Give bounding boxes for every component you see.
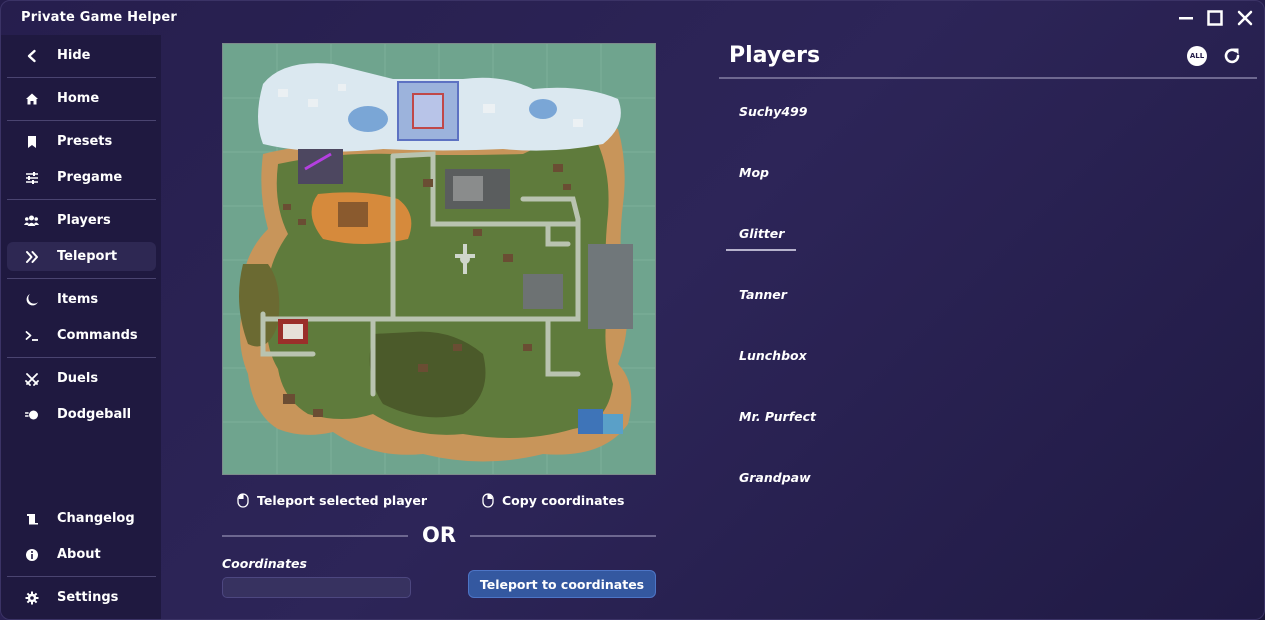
minimize-icon — [1179, 17, 1193, 20]
refresh-icon — [1224, 48, 1240, 64]
sidebar-item-label: Presets — [57, 134, 113, 149]
scroll-icon — [24, 511, 39, 526]
mouse-left-click-icon — [237, 492, 249, 508]
teleport-selected-player-label: Teleport selected player — [257, 492, 428, 508]
sidebar-item-hide[interactable]: Hide — [7, 41, 156, 70]
player-item[interactable]: Grandpaw — [739, 470, 811, 485]
title-bar: Private Game Helper — [1, 1, 1264, 35]
sidebar-divider — [7, 278, 156, 279]
coordinates-input[interactable] — [222, 577, 411, 598]
player-item-selected[interactable]: Glitter — [739, 226, 784, 241]
sidebar-item-changelog[interactable]: Changelog — [7, 504, 156, 533]
teleport-selected-player-hint: Teleport selected player — [237, 490, 427, 510]
maximize-button[interactable] — [1204, 7, 1226, 29]
sidebar-item-label: Home — [57, 91, 100, 106]
double-chevron-right-icon — [24, 249, 39, 264]
mouse-right-click-icon — [482, 492, 494, 508]
sidebar-item-home[interactable]: Home — [7, 84, 156, 113]
sidebar-item-label: Players — [57, 213, 111, 228]
sidebar-item-label: About — [57, 547, 101, 562]
sidebar-item-settings[interactable]: Settings — [7, 583, 156, 612]
sidebar-item-label: Commands — [57, 328, 138, 343]
coordinates-label: Coordinates — [222, 556, 307, 571]
select-all-button[interactable]: ALL — [1187, 46, 1207, 66]
sidebar-divider — [7, 357, 156, 358]
player-item[interactable]: Lunchbox — [739, 348, 807, 363]
copy-coordinates-hint: Copy coordinates — [482, 490, 624, 510]
teleport-to-coordinates-button[interactable]: Teleport to coordinates — [468, 570, 656, 598]
maximize-icon — [1207, 10, 1223, 26]
sidebar-divider — [7, 576, 156, 577]
ball-icon — [24, 407, 39, 422]
home-icon — [24, 91, 39, 106]
sliders-icon — [24, 170, 39, 185]
sidebar-item-pregame[interactable]: Pregame — [7, 163, 156, 192]
or-divider-right — [470, 535, 656, 537]
player-item[interactable]: Mop — [739, 165, 769, 180]
minimize-button[interactable] — [1175, 7, 1197, 29]
info-icon — [24, 547, 39, 562]
users-icon — [24, 213, 39, 228]
bookmark-icon — [24, 134, 39, 149]
copy-coordinates-label: Copy coordinates — [502, 492, 625, 508]
map-image — [223, 44, 655, 474]
chevron-left-icon — [24, 48, 39, 63]
sidebar-divider — [7, 77, 156, 78]
moon-icon — [24, 292, 39, 307]
sidebar-item-label: Dodgeball — [57, 407, 132, 422]
players-panel-title: Players — [729, 43, 821, 68]
sidebar-item-label: Hide — [57, 48, 91, 63]
sidebar-item-label: Duels — [57, 371, 99, 386]
player-item[interactable]: Mr. Purfect — [739, 409, 816, 424]
sidebar-item-teleport[interactable]: Teleport — [7, 242, 156, 271]
sidebar-item-commands[interactable]: Commands — [7, 321, 156, 350]
or-label: OR — [422, 523, 457, 547]
crossed-swords-icon — [24, 371, 39, 386]
or-divider-left — [222, 535, 408, 537]
gear-icon — [24, 590, 39, 605]
island-map[interactable] — [222, 43, 656, 475]
sidebar-item-label: Teleport — [57, 249, 118, 264]
sidebar-item-label: Settings — [57, 590, 119, 605]
player-item[interactable]: Tanner — [739, 287, 787, 302]
players-divider — [719, 77, 1257, 79]
sidebar-item-presets[interactable]: Presets — [7, 127, 156, 156]
app-title: Private Game Helper — [21, 10, 178, 25]
sidebar-divider — [7, 199, 156, 200]
app-window: Private Game Helper Hide Home Presets Pr — [0, 0, 1265, 620]
close-icon — [1237, 10, 1253, 26]
sidebar-item-label: Changelog — [57, 511, 135, 526]
player-item[interactable]: Suchy499 — [739, 104, 807, 119]
sidebar-item-duels[interactable]: Duels — [7, 364, 156, 393]
sidebar-item-dodgeball[interactable]: Dodgeball — [7, 400, 156, 429]
sidebar-divider — [7, 120, 156, 121]
sidebar: Hide Home Presets Pregame Players Telepo… — [1, 35, 161, 619]
sidebar-item-about[interactable]: About — [7, 540, 156, 569]
selected-player-indicator — [726, 249, 796, 251]
sidebar-item-items[interactable]: Items — [7, 285, 156, 314]
sidebar-item-label: Items — [57, 292, 99, 307]
sidebar-item-label: Pregame — [57, 170, 123, 185]
refresh-button[interactable] — [1221, 45, 1243, 67]
terminal-icon — [24, 328, 39, 343]
sidebar-item-players[interactable]: Players — [7, 206, 156, 235]
close-button[interactable] — [1234, 7, 1256, 29]
